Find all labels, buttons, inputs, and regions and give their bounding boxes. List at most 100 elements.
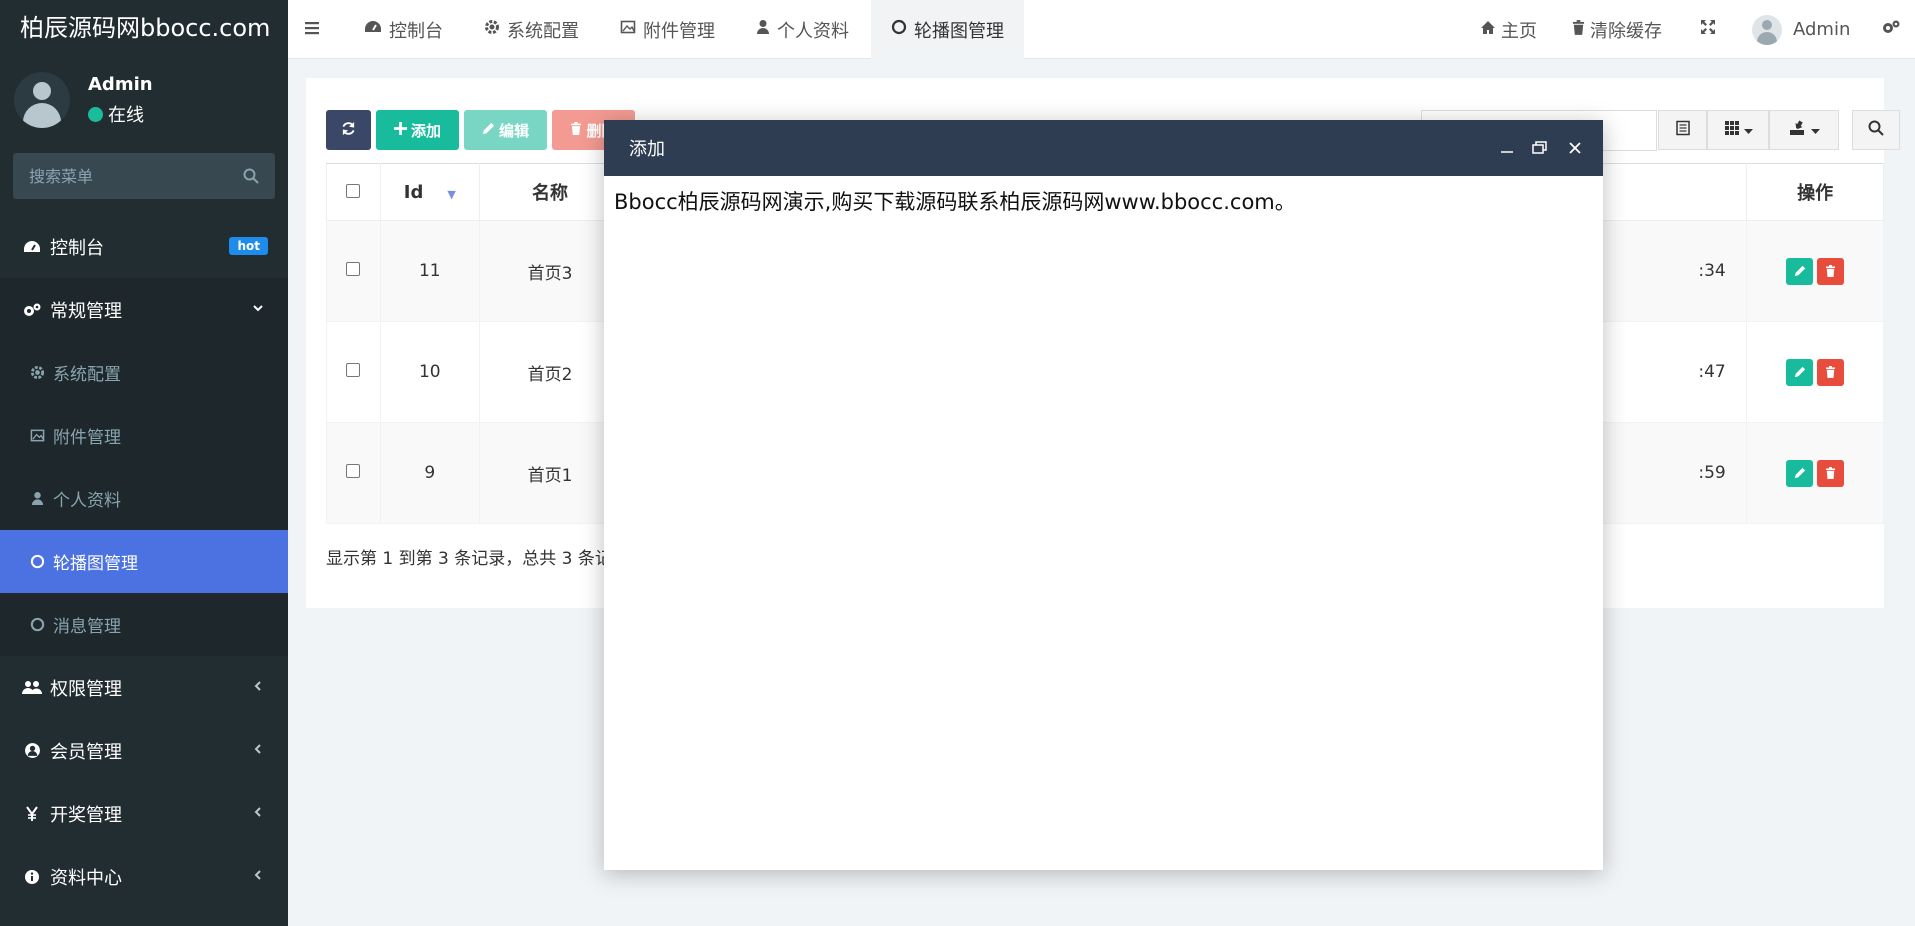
user-status-label: 在线 [108,105,144,126]
dialog-title: 添加 [629,139,665,160]
dashboard-icon [22,239,42,255]
expand-icon [1700,19,1716,40]
search-icon [1868,120,1884,141]
sidebar-item-resources[interactable]: 资料中心 [0,845,288,908]
cell-actions [1746,220,1884,322]
home-icon [1480,19,1496,40]
circle-icon [28,554,46,569]
user-menu-label: Admin [1793,19,1851,40]
sidebar-item-label: 系统配置 [53,365,121,385]
add-dialog: 添加 Bbocc柏辰源码网演示,购买下载源码联系柏辰源码网www.bbocc.c… [604,120,1603,870]
trash-icon [570,121,582,139]
sidebar-item-carousel[interactable]: 轮播图管理 [0,530,288,593]
caret-down-icon [1810,120,1820,140]
close-icon[interactable] [1565,138,1585,158]
avatar [1752,14,1782,45]
user-menu[interactable]: Admin [1752,0,1850,59]
select-all-checkbox[interactable] [346,183,361,198]
sidebar-item-label: 控制台 [50,237,104,259]
select-all-cell [326,163,381,221]
sidebar-item-dashboard[interactable]: 控制台 hot [0,215,288,278]
sidebar-item-label: 消息管理 [53,617,121,637]
chevron-left-icon [252,680,264,696]
minimize-icon[interactable] [1497,138,1517,158]
image-icon [620,19,636,40]
sidebar-item-label: 开奖管理 [50,804,122,826]
row-checkbox[interactable] [346,363,361,377]
columns-button[interactable] [1707,110,1769,150]
settings-button[interactable] [1881,0,1901,59]
tab-system-config[interactable]: 系统配置 [484,0,579,59]
row-checkbox[interactable] [346,262,361,276]
toggle-view-button[interactable] [1658,110,1707,150]
row-delete-button[interactable] [1817,257,1845,285]
add-button-label: 添加 [410,121,441,140]
home-link[interactable]: 主页 [1480,0,1537,59]
sidebar-item-profile[interactable]: 个人资料 [0,467,288,530]
search-icon[interactable] [243,168,259,189]
tab-dashboard[interactable]: 控制台 [364,0,443,59]
sidebar-item-lottery[interactable]: 开奖管理 [0,782,288,845]
trash-icon [1572,19,1585,40]
edit-button-label: 编辑 [498,121,529,140]
add-button[interactable]: 添加 [376,110,459,150]
sidebar-item-messages[interactable]: 消息管理 [0,593,288,656]
row-delete-button[interactable] [1817,459,1845,487]
menu-search [13,153,275,199]
caret-down-icon [1743,120,1753,140]
edit-button[interactable]: 编辑 [464,110,547,150]
advanced-search-button[interactable] [1852,110,1900,150]
cell-actions [1746,422,1884,524]
maximize-icon[interactable] [1529,138,1549,158]
chevron-left-icon [252,806,264,822]
menu-toggle-icon[interactable] [304,20,320,41]
gear-icon [28,365,46,380]
row-edit-button[interactable] [1786,358,1814,386]
sidebar-item-label: 轮播图管理 [53,554,138,574]
user-status: 在线 [88,101,144,127]
refresh-icon [341,121,356,140]
dialog-body: Bbocc柏辰源码网演示,购买下载源码联系柏辰源码网www.bbocc.com。 [614,190,1296,214]
pagination-info: 显示第 1 到第 3 条记录，总共 3 条记 [326,549,612,569]
user-panel: Admin 在线 [0,59,288,144]
cell-name: 首页3 [478,220,622,322]
fullscreen-button[interactable] [1700,0,1716,59]
sidebar-item-label: 会员管理 [50,741,122,763]
export-button[interactable] [1769,110,1839,150]
row-edit-button[interactable] [1786,459,1814,487]
cell-id: 9 [379,422,480,524]
sidebar-item-general[interactable]: 常规管理 [0,278,288,341]
plus-icon [393,121,407,139]
row-delete-button[interactable] [1817,358,1845,386]
clear-cache-button[interactable]: 清除缓存 [1572,0,1662,59]
app-logo[interactable]: 柏辰源码网bbocc.com [0,0,288,59]
circle-icon [891,19,907,40]
sidebar-item-label: 常规管理 [50,300,122,322]
yen-icon [22,805,42,822]
refresh-button[interactable] [326,110,371,150]
sidebar-item-members[interactable]: 会员管理 [0,719,288,782]
sidebar-item-system-config[interactable]: 系统配置 [0,341,288,404]
tab-attachments[interactable]: 附件管理 [620,0,715,59]
menu-search-input[interactable] [13,153,233,199]
column-header-id[interactable]: Id ▼ [379,163,480,221]
pencil-icon [482,121,495,139]
tab-carousel[interactable]: 轮播图管理 [871,0,1024,59]
dialog-header[interactable]: 添加 [604,120,1603,176]
column-header-actions: 操作 [1746,163,1884,221]
tab-profile[interactable]: 个人资料 [756,0,849,59]
sidebar-item-attachments[interactable]: 附件管理 [0,404,288,467]
row-checkbox[interactable] [346,464,361,478]
sidebar-nav: 控制台 hot 常规管理 系统配置 附件管理 个人资料 轮播图管理 消息管理 权… [0,215,288,908]
tab-label: 控制台 [389,20,443,42]
info-icon [22,869,42,885]
sidebar-item-permissions[interactable]: 权限管理 [0,656,288,719]
sidebar-item-label: 个人资料 [53,491,121,511]
users-icon [22,680,42,696]
row-edit-button[interactable] [1786,257,1814,285]
sort-desc-icon: ▼ [447,187,456,201]
cogs-icon [1881,19,1901,40]
tab-label: 个人资料 [777,20,849,42]
cell-name: 首页1 [478,422,622,524]
column-header-name[interactable]: 名称 [478,163,622,221]
